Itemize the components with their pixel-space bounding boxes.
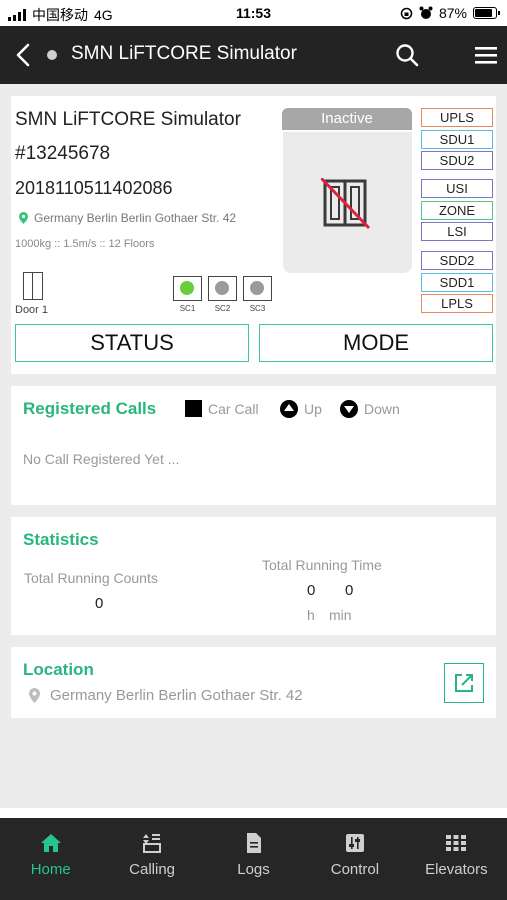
legend-down-label: Down	[364, 401, 400, 417]
location-pin-icon	[19, 212, 28, 224]
sensor-sdd1: SDD1	[421, 273, 493, 292]
location-title: Location	[23, 660, 94, 679]
sc2-label: SC2	[214, 304, 231, 313]
grid-icon	[446, 835, 467, 851]
tab-logs-label: Logs	[237, 861, 270, 878]
hamburger-icon[interactable]	[474, 44, 498, 66]
legend-up-label: Up	[304, 401, 322, 417]
device-card: SMN LiFTCORE Simulator #13245678 2018110…	[11, 96, 496, 374]
up-arrow-icon	[280, 400, 298, 418]
device-serial: 2018110511402086	[15, 178, 173, 198]
sensor-upls: UPLS	[421, 108, 493, 127]
calling-icon	[143, 834, 162, 853]
running-time-label: Total Running Time	[262, 557, 382, 573]
sensor-usi: USI	[421, 179, 493, 198]
external-link-icon	[455, 674, 473, 692]
minutes-unit: min	[329, 607, 352, 623]
door-icon	[23, 272, 43, 300]
device-address: Germany Berlin Berlin Gothaer Str. 42	[19, 211, 236, 225]
status-button[interactable]: STATUS	[15, 324, 249, 362]
document-icon	[246, 833, 261, 853]
running-minutes-value: 0	[345, 582, 354, 599]
location-card: Location Germany Berlin Berlin Gothaer S…	[11, 647, 496, 718]
location-address: Germany Berlin Berlin Gothaer Str. 42	[29, 687, 303, 704]
legend-down: Down	[340, 400, 400, 418]
mode-button[interactable]: MODE	[259, 324, 493, 362]
hours-unit: h	[307, 607, 315, 623]
registered-calls-card: Registered Calls Car Call Up Down No Cal…	[11, 386, 496, 505]
registered-calls-title: Registered Calls	[23, 399, 157, 418]
down-arrow-icon	[340, 400, 358, 418]
sc1-label: SC1	[179, 304, 196, 313]
device-id: #13245678	[15, 143, 111, 164]
alarm-icon	[419, 6, 433, 19]
battery-icon	[473, 7, 500, 19]
statistics-card: Statistics Total Running Counts 0 Total …	[11, 517, 496, 635]
legend-car-call-label: Car Call	[208, 400, 259, 417]
door-label: Door 1	[15, 304, 49, 316]
elevator-state-badge: Inactive	[282, 108, 412, 130]
safety-circuit-2	[208, 276, 237, 301]
safety-circuit-3	[243, 276, 272, 301]
statistics-title: Statistics	[23, 530, 99, 549]
location-address-text: Germany Berlin Berlin Gothaer Str. 42	[50, 687, 303, 704]
sensor-sdd2: SDD2	[421, 251, 493, 270]
search-icon[interactable]	[394, 42, 420, 68]
location-pin-icon	[29, 688, 40, 703]
tab-elevators[interactable]: Elevators	[406, 818, 507, 900]
chevron-left-icon[interactable]	[12, 41, 36, 69]
sliders-icon	[345, 834, 364, 852]
device-name: SMN LiFTCORE Simulator	[15, 109, 241, 130]
doors-disabled-icon	[321, 178, 371, 230]
device-address-text: Germany Berlin Berlin Gothaer Str. 42	[34, 211, 237, 225]
running-counts-label: Total Running Counts	[24, 570, 158, 586]
battery-percent: 87%	[438, 5, 467, 21]
legend-up: Up	[280, 400, 322, 418]
app-header: SMN LiFTCORE Simulator	[0, 26, 507, 84]
legend-car-call: Car Call	[185, 400, 259, 417]
sensor-lpls: LPLS	[421, 294, 493, 313]
content-footer-strip	[0, 808, 507, 818]
sc3-label: SC3	[249, 304, 266, 313]
device-specs: 1000kg :: 1.5m/s :: 12 Floors	[15, 238, 155, 250]
tab-home[interactable]: Home	[0, 818, 101, 900]
tab-elevators-label: Elevators	[425, 861, 488, 878]
car-call-square-icon	[185, 400, 202, 417]
running-counts-value: 0	[95, 595, 104, 612]
tab-logs[interactable]: Logs	[203, 818, 304, 900]
safety-circuit-1	[173, 276, 202, 301]
sc3-lamp-icon	[250, 281, 264, 295]
tab-calling[interactable]: Calling	[101, 818, 202, 900]
sc2-lamp-icon	[215, 281, 229, 295]
sensor-sdu1: SDU1	[421, 130, 493, 149]
sc1-lamp-icon	[180, 281, 194, 295]
running-hours-value: 0	[307, 582, 316, 599]
sensor-lsi: LSI	[421, 222, 493, 241]
open-map-button[interactable]	[444, 663, 484, 703]
tab-home-label: Home	[30, 861, 71, 878]
no-calls-text: No Call Registered Yet ...	[23, 451, 180, 467]
bottom-tab-bar: Home Calling Logs Control Elevators	[0, 818, 507, 900]
system-status-bar: 中国移动 4G 11:53 87%	[0, 0, 507, 26]
connection-dot-icon	[47, 50, 57, 60]
sensor-sdu2: SDU2	[421, 151, 493, 170]
sensor-zone: ZONE	[421, 201, 493, 220]
tab-control-label: Control	[330, 861, 380, 878]
rotation-lock-icon	[400, 7, 413, 19]
elevator-cabin	[283, 132, 412, 273]
page-title: SMN LiFTCORE Simulator	[71, 43, 297, 64]
home-icon	[40, 834, 61, 852]
tab-control[interactable]: Control	[304, 818, 405, 900]
tab-calling-label: Calling	[129, 861, 176, 878]
